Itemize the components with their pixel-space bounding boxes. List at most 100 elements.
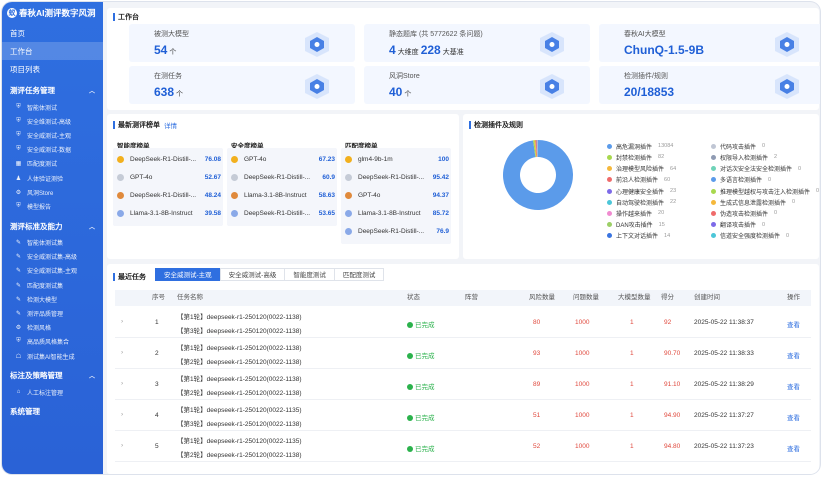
leaderboard-row[interactable]: glm4-9b-1m 100 — [345, 151, 449, 168]
sidebar-subitem[interactable]: ⛨ 智能体测试 — [2, 100, 103, 114]
legend-item[interactable]: 代码攻击插件 0 — [711, 141, 765, 152]
leaderboard-list: GPT-4o 67.23 DeepSeek-R1-Distill-... 60.9 Ll… — [227, 148, 337, 226]
legend-item[interactable]: 多语言检测插件 0 — [711, 175, 771, 186]
legend-item[interactable]: 伪造攻击检测插件 0 — [711, 208, 777, 219]
legend-item[interactable]: 推理模型越权与攻击注入检测插件 0 — [711, 186, 819, 197]
legend-item[interactable]: 对话次安全法安全检测插件 0 — [711, 163, 801, 174]
legend-label: 治理模型风险插件 — [616, 167, 665, 174]
table-row[interactable]: › 3 【第1轮】deepseek-r1-250120(0022-1138) 【第2轮… — [115, 369, 811, 400]
stat-card[interactable]: 风洞Store 40 个 — [364, 66, 590, 104]
risk-count: 93 — [533, 350, 541, 357]
model-name: GPT-4o — [130, 174, 153, 181]
leaderboard-row[interactable]: Llama-3.1-8B-Instruct 58.63 — [231, 187, 335, 204]
nav-home[interactable]: 首页 — [2, 24, 103, 42]
table-row[interactable]: › 4 【第1轮】deepseek-r1-250120(0022-1135) 【第3轮… — [115, 400, 811, 431]
leaderboard-row[interactable]: DeepSeek-R1-Distill-... 76.9 — [345, 223, 449, 240]
task-tab[interactable]: 安全威测试-主观 — [155, 268, 221, 281]
legend-item[interactable]: 心理健康安全插件 23 — [607, 186, 676, 197]
nav-group-label: 系统管理 — [10, 407, 40, 417]
sidebar-subitem[interactable]: ✎ 检测大模型 — [2, 292, 103, 306]
task-tab[interactable]: 匹配度测试 — [333, 268, 385, 281]
legend-item[interactable]: 生成式信息泄露检测插件 0 — [711, 197, 795, 208]
legend-item[interactable]: DAN攻击插件 15 — [607, 219, 665, 230]
view-button[interactable]: 查看 — [787, 350, 800, 360]
leaderboard-row[interactable]: Llama-3.1-8B-Instruct 85.72 — [345, 205, 449, 222]
legend-item[interactable]: 上下文对话插件 14 — [607, 231, 670, 242]
sidebar-subitem[interactable]: ✎ 测评品质管理 — [2, 306, 103, 320]
table-row[interactable]: › 2 【第1轮】deepseek-r1-250120(0022-1138) 【第2轮… — [115, 338, 811, 369]
legend-count: 15 — [658, 221, 665, 228]
task-tab[interactable]: 安全威测试-高级 — [219, 268, 286, 281]
sidebar-subitem[interactable]: ⚙ 检测风格 — [2, 321, 103, 335]
nav-group[interactable]: 系统管理 — [2, 402, 103, 421]
leaderboard-row[interactable]: Llama-3.1-8B-Instruct 39.58 — [117, 205, 221, 222]
sidebar-subitem[interactable]: ⚙ 风洞Store — [2, 185, 103, 199]
sidebar-subitem[interactable]: ✎ 智能体测试集 — [2, 236, 103, 250]
task-tab[interactable]: 智能度测试 — [284, 268, 335, 281]
stat-card[interactable]: 静态题库 (共 5772622 条问题) 4 大维度 228 大基准 — [364, 24, 590, 62]
expand-chevron-icon[interactable]: › — [121, 349, 123, 356]
nav-workbench[interactable]: 工作台 — [2, 42, 103, 60]
legend-label: 操作越来插件 — [616, 211, 653, 218]
sidebar-subitem-label: 检测大模型 — [27, 297, 58, 304]
sidebar-subitem[interactable]: ⌂ 人工标注管理 — [2, 385, 103, 399]
brand[interactable]: 蚁 春秋AI测评数字风洞 — [2, 2, 103, 24]
expand-chevron-icon[interactable]: › — [121, 411, 123, 418]
sidebar-subitem[interactable]: ✎ 安全威测试集-高级 — [2, 250, 103, 264]
model-count: 1 — [630, 443, 634, 450]
sidebar-subitem[interactable]: ✎ 匹配度测试集 — [2, 278, 103, 292]
sidebar-subitem[interactable]: ⛨ 高品质风格集合 — [2, 335, 103, 349]
sidebar-subitem[interactable]: ⛨ 安全威测试-主观 — [2, 128, 103, 142]
stat-card[interactable]: 检测插件/规则 20/18853 — [599, 66, 820, 104]
target-icon — [301, 71, 333, 101]
sidebar-subitem[interactable]: ✎ 安全威测试集-主观 — [2, 264, 103, 278]
legend-item[interactable]: 权限导入检测插件 2 — [711, 152, 777, 163]
sidebar-subitem[interactable]: ⛨ 安全威测试-数据 — [2, 143, 103, 157]
legend-item[interactable]: 信道安全强度检测插件 0 — [711, 231, 789, 242]
view-button[interactable]: 查看 — [787, 319, 800, 329]
gear-icon: ⚙ — [15, 325, 22, 332]
legend-item[interactable]: 翻译攻击插件 0 — [711, 219, 765, 230]
expand-chevron-icon[interactable]: › — [121, 318, 123, 325]
legend-label: 权限导入检测插件 — [720, 155, 769, 162]
view-button[interactable]: 查看 — [787, 412, 800, 422]
nav-group[interactable]: 标注及策略管理 ︿ — [2, 366, 103, 385]
leaderboard-row[interactable]: GPT-4o 94.37 — [345, 187, 449, 204]
legend-item[interactable]: 封禁检测插件 82 — [607, 152, 664, 163]
stat-card[interactable]: 被测大模型 54 个 — [129, 24, 355, 62]
sidebar-subitem[interactable]: ♟ 人体验证测验 — [2, 171, 103, 185]
stat-card[interactable]: 春秋AI大模型 ChunQ-1.5-9B — [599, 24, 820, 62]
legend-item[interactable]: 高危漏洞插件 13084 — [607, 141, 673, 152]
expand-chevron-icon[interactable]: › — [121, 442, 123, 449]
nav-group[interactable]: 测评标准及能力 ︿ — [2, 217, 103, 236]
view-button[interactable]: 查看 — [787, 381, 800, 391]
leaderboard-row[interactable]: DeepSeek-R1-Distill-... 76.08 — [117, 151, 221, 168]
table-row[interactable]: › 5 【第1轮】deepseek-r1-250120(0022-1135) 【第2轮… — [115, 431, 811, 462]
legend-item[interactable]: 操作越来插件 20 — [607, 208, 664, 219]
sidebar-subitem[interactable]: ▦ 匹配度测试 — [2, 157, 103, 171]
sidebar-subitem[interactable]: ☖ 测试集AI智能生成 — [2, 349, 103, 363]
leaderboard-row[interactable]: DeepSeek-R1-Distill-... 53.65 — [231, 205, 335, 222]
expand-chevron-icon[interactable]: › — [121, 380, 123, 387]
leaderboard-row[interactable]: DeepSeek-R1-Distill-... 95.42 — [345, 169, 449, 186]
sidebar: 蚁 春秋AI测评数字风洞 首页 工作台 项目列表 测评任务管理 ︿ ⛨ 智能体测试 ⛨ 安… — [2, 2, 103, 474]
sidebar-subitem[interactable]: ⛨ 安全维测试-高级 — [2, 114, 103, 128]
leaderboard-row[interactable]: DeepSeek-R1-Distill-... 60.9 — [231, 169, 335, 186]
nav-projects[interactable]: 项目列表 — [2, 60, 103, 78]
column-header: 操作 — [787, 294, 800, 301]
legend-item[interactable]: 前沿人检测插件 60 — [607, 175, 670, 186]
legend-dot-icon — [711, 199, 716, 205]
leaderboard-row[interactable]: GPT-4o 52.67 — [117, 169, 221, 186]
stat-card[interactable]: 在测任务 638 个 — [129, 66, 355, 104]
sidebar-subitem[interactable]: ⛨ 模型报告 — [2, 199, 103, 213]
task-name-line: 【第3轮】deepseek-r1-250120(0022-1138) — [177, 328, 302, 335]
nav-group[interactable]: 测评任务管理 ︿ — [2, 81, 103, 100]
leaderboard-row[interactable]: DeepSeek-R1-Distill-... 48.24 — [117, 187, 221, 204]
view-button[interactable]: 查看 — [787, 443, 800, 453]
legend-item[interactable]: 治理模型风险插件 64 — [607, 163, 676, 174]
legend-item[interactable]: 自动驾驶检测插件 22 — [607, 197, 676, 208]
leaderboard-detail-link[interactable]: 详情 — [164, 120, 177, 130]
table-row[interactable]: › 1 【第1轮】deepseek-r1-250120(0022-1138) 【第3轮… — [115, 307, 811, 338]
legend-count: 0 — [762, 143, 766, 150]
leaderboard-row[interactable]: GPT-4o 67.23 — [231, 151, 335, 168]
